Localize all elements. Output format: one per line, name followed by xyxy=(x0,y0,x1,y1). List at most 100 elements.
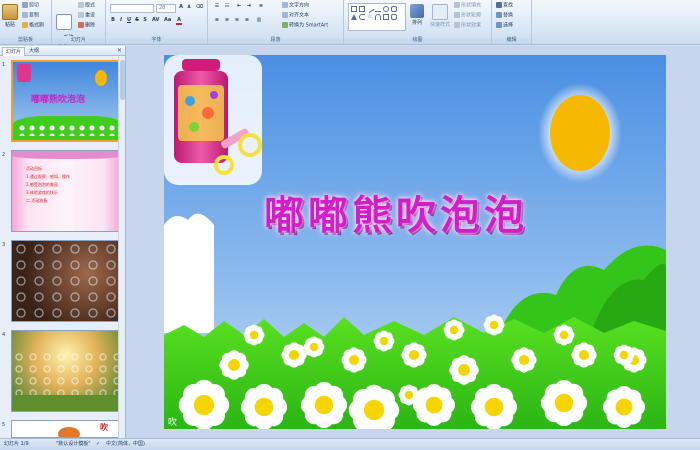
copy-button[interactable]: 复制 xyxy=(22,12,39,19)
italic-icon[interactable]: I xyxy=(118,17,124,23)
daisy-flower xyxy=(401,342,427,368)
panel-scroll-thumb[interactable] xyxy=(120,60,125,100)
shape-outline-button[interactable]: 形状轮廓 xyxy=(454,12,481,19)
justify-icon[interactable]: ≡ xyxy=(244,17,250,23)
left-cloud xyxy=(164,213,214,333)
delete-icon xyxy=(78,22,84,28)
sun xyxy=(550,95,610,171)
select-cursor-icon xyxy=(496,22,502,28)
delete-button[interactable]: 删除 xyxy=(78,22,95,29)
reset-button[interactable]: 重设 xyxy=(78,12,95,19)
close-panel-icon[interactable]: × xyxy=(117,47,122,55)
align-right-icon[interactable]: ≡ xyxy=(234,17,240,23)
slide-number: 4 xyxy=(2,332,6,338)
slide-title[interactable]: 嘟嘟熊吹泡泡 xyxy=(264,183,528,241)
paste-icon xyxy=(2,4,18,20)
tab-outline[interactable]: 大纲 xyxy=(26,47,42,55)
daisy-flower xyxy=(603,386,645,428)
daisy-flower xyxy=(300,381,348,429)
slide-canvas[interactable]: 嘟嘟熊吹泡泡 吹 xyxy=(164,55,666,429)
shadow-icon[interactable]: S xyxy=(142,17,148,23)
daisy-flower xyxy=(470,383,518,429)
daisy-flower xyxy=(511,347,537,373)
curve-icon xyxy=(375,14,381,20)
text-direction-button[interactable]: 文字方向 xyxy=(282,2,309,9)
tab-slides[interactable]: 幻灯片 xyxy=(2,47,26,56)
format-painter-button[interactable]: 格式刷 xyxy=(22,22,44,29)
daisy-flower xyxy=(398,384,420,406)
paragraph-group: ☰ ☷ ⇤ ⇥ ≡ ≡ ≡ ≡ ≡ ▥ 文字方向 对齐文本 转换为 SmartA… xyxy=(208,0,344,44)
decrease-indent-icon[interactable]: ⇤ xyxy=(236,3,242,9)
line-icon xyxy=(365,4,375,14)
panel-tabs: 幻灯片 大纲 × xyxy=(0,46,125,56)
cut-button[interactable]: 剪切 xyxy=(22,2,39,9)
numbering-icon[interactable]: ☷ xyxy=(224,3,230,9)
find-button[interactable]: 查找 xyxy=(496,2,513,9)
editing-label: 编辑 xyxy=(492,36,531,44)
font-group: 28 A A ⌫ B I U S S AV Aa A 字体 xyxy=(106,0,208,44)
slide-thumbnail-1[interactable]: 嘟嘟熊吹泡泡 xyxy=(11,60,121,142)
arrange-button[interactable]: 排列 xyxy=(408,4,426,26)
effects-icon xyxy=(454,22,460,28)
slide-counter: 幻灯片 1/9 xyxy=(4,441,29,447)
slides-group: 新建 幻灯片 版式 重设 删除 幻灯片 xyxy=(52,0,106,46)
quick-styles-button[interactable]: 快速样式 xyxy=(428,4,452,28)
triangle-icon xyxy=(351,14,357,20)
bullets-icon[interactable]: ☰ xyxy=(214,3,220,9)
status-bar: 幻灯片 1/9 "默认设计模板" ✓ 中文(简体，中国) xyxy=(0,438,700,450)
slide-thumbnail-4[interactable] xyxy=(11,330,121,412)
daisy-flower xyxy=(341,347,367,373)
font-size-combo[interactable]: 28 xyxy=(156,4,176,13)
daisy-flower xyxy=(443,319,465,341)
slide-art xyxy=(164,55,666,429)
shape-fill-button[interactable]: 形状填充 xyxy=(454,2,481,9)
replace-button[interactable]: 替换 xyxy=(496,12,513,19)
font-color-icon[interactable]: A xyxy=(176,17,182,25)
oval-icon xyxy=(383,6,389,12)
align-text-button[interactable]: 对齐文本 xyxy=(282,12,309,19)
smartart-button[interactable]: 转换为 SmartArt xyxy=(282,22,328,29)
underline-icon[interactable]: U xyxy=(126,17,132,23)
outline-pen-icon xyxy=(454,12,460,18)
fill-bucket-icon xyxy=(454,2,460,8)
drawing-group: ☆ 排列 快速样式 形状填充 形状轮廓 形状效果 绘图 xyxy=(344,0,492,44)
slide-thumbnail-3[interactable] xyxy=(11,240,121,322)
panel-scrollbar[interactable] xyxy=(118,56,125,438)
align-left-icon[interactable]: ≡ xyxy=(214,17,220,23)
shrink-font-icon[interactable]: A xyxy=(186,4,192,10)
brace-icon xyxy=(359,14,365,20)
callout-icon xyxy=(391,14,397,20)
increase-indent-icon[interactable]: ⇥ xyxy=(246,3,252,9)
ribbon: 粘贴 剪切 复制 格式刷 剪贴板 新建 幻灯片 版式 重设 删除 幻灯片 28 … xyxy=(0,0,700,46)
star-icon: ☆ xyxy=(367,13,373,20)
slide-thumbnail-5[interactable]: 吹 xyxy=(11,420,121,438)
strikethrough-icon[interactable]: S xyxy=(134,17,140,23)
spacing-icon[interactable]: AV xyxy=(152,17,159,23)
daisy-flower xyxy=(413,384,455,426)
clear-format-icon[interactable]: ⌫ xyxy=(196,4,203,10)
line-spacing-icon[interactable]: ≡ xyxy=(258,3,264,9)
spell-check-icon[interactable]: ✓ xyxy=(96,439,100,450)
shape-effects-button[interactable]: 形状效果 xyxy=(454,22,481,29)
shapes-gallery[interactable]: ☆ xyxy=(348,3,406,31)
bold-icon[interactable]: B xyxy=(110,17,116,23)
daisy-flower xyxy=(240,383,288,429)
layout-button[interactable]: 版式 xyxy=(78,2,95,9)
text-direction-icon xyxy=(282,2,288,8)
paragraph-label: 段落 xyxy=(208,36,343,44)
columns-icon[interactable]: ▥ xyxy=(256,17,262,23)
align-center-icon[interactable]: ≡ xyxy=(224,17,230,23)
rectangle-icon xyxy=(351,6,357,12)
slides-label: 幻灯片 xyxy=(52,36,105,44)
daisy-flower xyxy=(178,379,230,429)
font-name-combo[interactable] xyxy=(110,4,154,13)
align-text-icon xyxy=(282,12,288,18)
select-button[interactable]: 选择 xyxy=(496,22,513,29)
daisy-flower xyxy=(243,324,265,346)
language-indicator[interactable]: 中文(简体，中国) xyxy=(106,439,145,450)
grow-font-icon[interactable]: A xyxy=(178,4,184,10)
change-case-icon[interactable]: Aa xyxy=(164,17,171,23)
binoculars-icon xyxy=(496,2,502,8)
paste-button[interactable]: 粘贴 xyxy=(2,4,18,28)
slide-thumbnail-2[interactable]: 活动目标 1.通过观察、感知、操作 2.感受泡泡的美丽 3.体验游戏的快乐 二.… xyxy=(11,150,121,232)
